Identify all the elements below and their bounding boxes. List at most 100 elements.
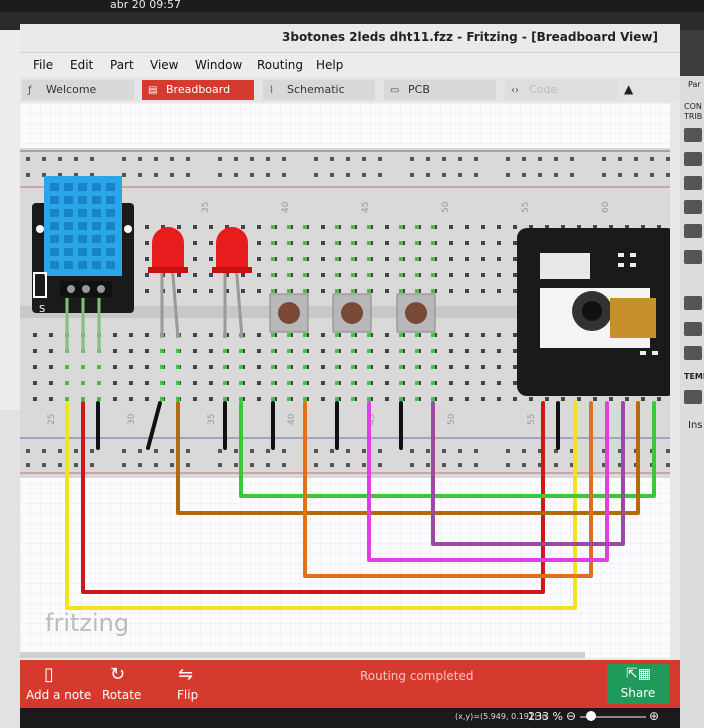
menu-help[interactable]: Help [316, 58, 343, 72]
hole [497, 257, 501, 261]
hole [385, 257, 389, 261]
tab-pcb-label: PCB [408, 83, 430, 96]
hole [465, 365, 469, 369]
connected-hole [287, 349, 291, 353]
sensor-grille-slot [50, 183, 59, 191]
rail-hole [410, 157, 414, 161]
rotate-icon[interactable]: ↻ [110, 664, 125, 685]
zoom-out-icon[interactable]: ⊖ [566, 709, 576, 723]
hole [257, 257, 261, 261]
hole [321, 289, 325, 293]
hole [321, 273, 325, 277]
tab-breadboard[interactable]: ▤ Breadboard [142, 80, 254, 100]
sensor-grille-slot [50, 248, 59, 256]
flip-icon[interactable]: ⇋ [178, 664, 193, 685]
connected-hole [81, 365, 85, 369]
zoom-in-icon[interactable]: ⊕ [649, 709, 659, 723]
rail-hole [266, 157, 270, 161]
rail-hole [458, 449, 462, 453]
rail-hole [26, 157, 30, 161]
background-app-left-lower [0, 410, 20, 728]
connected-hole [223, 381, 227, 385]
note-icon[interactable]: ▯ [44, 664, 54, 685]
tab-welcome[interactable]: ƒ Welcome [22, 80, 134, 100]
tab-pcb[interactable]: ▭ PCB [384, 80, 496, 100]
part-icon[interactable] [684, 390, 702, 404]
rail-hole [618, 173, 622, 177]
hole [129, 397, 133, 401]
tab-schematic[interactable]: ⌇ Schematic [263, 80, 375, 100]
connected-hole [287, 289, 291, 293]
rotate-button[interactable]: Rotate [102, 688, 141, 702]
rail-hole [58, 449, 62, 453]
hole [193, 365, 197, 369]
rail-hole [26, 463, 30, 467]
hole [385, 241, 389, 245]
part-icon[interactable] [684, 346, 702, 360]
hole [209, 333, 213, 337]
connected-hole [399, 257, 403, 261]
connected-hole [431, 241, 435, 245]
rail-hole [218, 157, 222, 161]
part-icon[interactable] [684, 322, 702, 336]
part-icon[interactable] [684, 200, 702, 214]
connected-hole [65, 381, 69, 385]
hole [513, 365, 517, 369]
part-icon[interactable] [684, 296, 702, 310]
menu-part[interactable]: Part [110, 58, 134, 72]
hole [321, 333, 325, 337]
hole [593, 397, 597, 401]
hole [385, 365, 389, 369]
connected-hole [335, 333, 339, 337]
menu-view[interactable]: View [150, 58, 178, 72]
rail-hole [138, 449, 142, 453]
breadboard-canvas[interactable]: 35 40 45 50 55 60 25 30 35 40 45 50 55 S [20, 103, 670, 658]
hole [209, 349, 213, 353]
menu-file[interactable]: File [33, 58, 53, 72]
part-icon[interactable] [684, 152, 702, 166]
sensor-grille-slot [106, 235, 115, 243]
menu-routing[interactable]: Routing [257, 58, 303, 72]
hole [449, 273, 453, 277]
hole [449, 365, 453, 369]
connected-hole [431, 257, 435, 261]
hole [641, 397, 645, 401]
zoom-slider-handle[interactable] [586, 711, 596, 721]
connected-hole [367, 365, 371, 369]
rail-hole [458, 173, 462, 177]
hole [481, 349, 485, 353]
part-icon[interactable] [684, 176, 702, 190]
rail-hole [282, 173, 286, 177]
menu-window[interactable]: Window [195, 58, 242, 72]
hole [449, 225, 453, 229]
rail-hole [282, 463, 286, 467]
rail-hole [330, 449, 334, 453]
hole [49, 365, 53, 369]
hole [481, 289, 485, 293]
hole [257, 381, 261, 385]
rail-hole [522, 173, 526, 177]
add-note-button[interactable]: Add a note [26, 688, 91, 702]
part-icon[interactable] [684, 250, 702, 264]
hole [449, 381, 453, 385]
menu-edit[interactable]: Edit [70, 58, 93, 72]
sensor-grille-slot [92, 183, 101, 191]
connected-hole [303, 241, 307, 245]
hole [33, 381, 37, 385]
connected-hole [431, 273, 435, 277]
hole [209, 381, 213, 385]
hole [257, 241, 261, 245]
column-number: 25 [47, 414, 57, 425]
part-icon[interactable] [684, 128, 702, 142]
flip-button[interactable]: Flip [177, 688, 198, 702]
hole [385, 381, 389, 385]
connected-hole [287, 273, 291, 277]
hole [129, 381, 133, 385]
sensor-grille-slot [64, 209, 73, 217]
rail-hole [186, 449, 190, 453]
sensor-grille-slot [78, 235, 87, 243]
rail-hole [122, 463, 126, 467]
window-title: 3botones 2leds dht11.fzz - Fritzing - [B… [282, 30, 658, 44]
part-icon[interactable] [684, 224, 702, 238]
tab-code[interactable]: ‹› Code [505, 80, 617, 100]
